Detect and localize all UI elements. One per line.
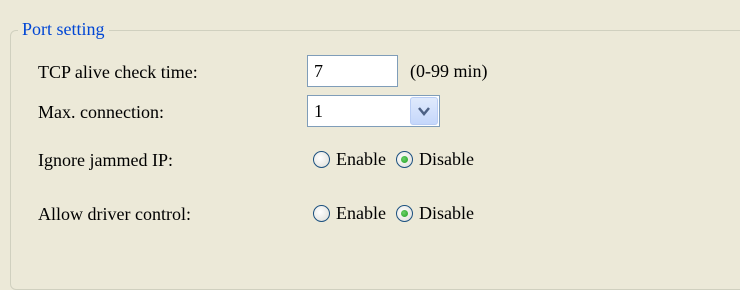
ignore-jammed-ip-label: Ignore jammed IP: [38, 150, 173, 170]
radio-unchecked-icon[interactable] [313, 204, 330, 222]
max-connection-label: Max. connection: [38, 102, 164, 122]
group-title: Port setting [18, 18, 109, 40]
tcp-alive-input[interactable] [307, 55, 398, 87]
disable-label: Disable [418, 148, 474, 169]
enable-label: Enable [336, 202, 386, 223]
max-connection-select[interactable]: 1 [307, 95, 440, 127]
allow-driver-control-options: Enable Disable [313, 201, 484, 225]
enable-label: Enable [336, 148, 386, 169]
radio-checked-icon[interactable] [395, 150, 413, 168]
ignore-jammed-ip-enable[interactable]: Enable [313, 149, 386, 170]
ignore-jammed-ip-options: Enable Disable [313, 147, 484, 171]
tcp-alive-label: TCP alive check time: [38, 62, 198, 82]
radio-unchecked-icon[interactable] [313, 150, 330, 168]
tcp-alive-hint: (0-99 min) [410, 61, 488, 81]
max-connection-value: 1 [314, 101, 323, 121]
allow-driver-control-disable[interactable]: Disable [395, 202, 474, 224]
radio-checked-icon[interactable] [395, 204, 413, 222]
allow-driver-control-enable[interactable]: Enable [313, 203, 386, 224]
allow-driver-control-label: Allow driver control: [38, 204, 191, 224]
disable-label: Disable [418, 202, 474, 223]
dropdown-button[interactable] [410, 97, 438, 125]
ignore-jammed-ip-disable[interactable]: Disable [395, 148, 474, 170]
chevron-down-icon [418, 107, 430, 116]
